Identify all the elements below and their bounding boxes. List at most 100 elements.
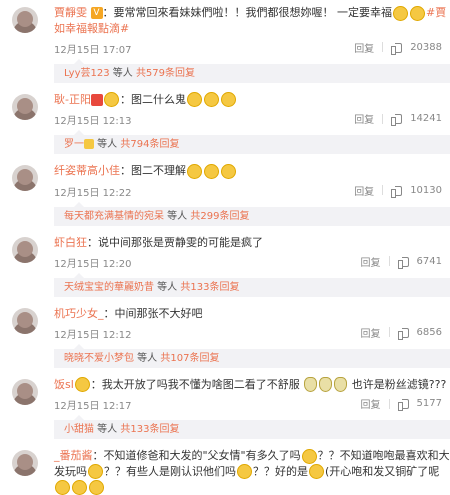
reply-thread-link[interactable]: 小甜猫 等人 共133条回复 [54, 415, 450, 439]
reply-thread-link[interactable]: 罗一 等人 共794条回复 [54, 130, 450, 154]
comment-content: ：要常常回來看妹妹們啦！！我們都很想妳喔！ 一定要幸福 [102, 6, 393, 19]
comment-text: 饭sl ：我太开放了吗我不懂为啥图二看了不舒服 也许是粉丝滤镜??? [54, 377, 450, 392]
comment-item: 机巧少女_：中间那张不大好吧 12月15日 12:12 回复 6856 晓晓不爱… [0, 301, 450, 368]
reply-mid: 等人 [134, 352, 161, 364]
like-icon[interactable] [397, 256, 409, 269]
emoji-icon [204, 163, 219, 179]
reply-username[interactable]: Lyy芸123 [64, 68, 110, 79]
avatar[interactable] [12, 450, 38, 476]
reply-thread-link[interactable]: Lyy芸123 等人 共579条回复 [54, 58, 450, 83]
like-icon[interactable] [397, 327, 409, 340]
reply-count[interactable]: 共133条回复 [180, 282, 239, 293]
like-count: 10130 [410, 184, 442, 196]
reply-username[interactable]: 晓晓不爱小梦包 [64, 353, 134, 364]
like-count: 5177 [416, 398, 442, 409]
comment-content-extra: 也许是粉丝滤镜??? [351, 377, 447, 391]
comment-item: 虾白狂：说中间那张是贾静雯的可能是疯了 12月15日 12:20 回复 6741… [0, 230, 450, 297]
comment-item: 饭sl ：我太开放了吗我不懂为啥图二看了不舒服 也许是粉丝滤镜??? 12月15日… [0, 372, 450, 439]
emoji-icon [186, 92, 202, 107]
comment-username[interactable]: _番茄酱 [54, 449, 93, 462]
emoji-icon [103, 92, 119, 107]
like-icon[interactable] [391, 42, 403, 55]
reply-mid: 等人 [109, 67, 136, 79]
emoji-icon [393, 5, 408, 21]
comment-meta: 12月15日 12:13 回复 14241 [54, 111, 450, 129]
reply-thread-link[interactable]: 每天都充满基情的宛呆 等人 共299条回复 [54, 201, 450, 226]
comment-text: 賈靜雯 V ：要常常回來看妹妹們啦！！我們都很想妳喔！ 一定要幸福 #賈如幸福報點滴… [54, 5, 450, 36]
reply-mid: 等人 [94, 139, 121, 150]
reply-username[interactable]: 小甜猫 [64, 424, 94, 435]
reply-thread-link[interactable]: 天绒宝宝的華麗奶昔 等人 共133条回复 [54, 272, 450, 297]
comment-username[interactable]: 賈靜雯 [54, 6, 87, 19]
like-icon[interactable] [391, 185, 403, 198]
comment-timestamp: 12月15日 12:22 [54, 187, 132, 199]
emoji-icon [203, 92, 219, 107]
reply-button[interactable]: 回复 [354, 183, 374, 198]
comment-timestamp: 12月15日 12:20 [54, 258, 132, 270]
avatar[interactable] [12, 307, 38, 334]
emoji-icon [72, 479, 87, 495]
reply-count[interactable]: 共133条回复 [120, 424, 179, 435]
reply-mid: 等人 [94, 424, 121, 435]
divider [382, 113, 384, 124]
like-count: 14241 [410, 113, 442, 124]
comment-username[interactable]: 纤姿蒂高小佳 [54, 164, 120, 177]
divider [382, 185, 384, 195]
avatar[interactable] [12, 378, 38, 405]
comment-list: 賈靜雯 V ：要常常回來看妹妹們啦！！我們都很想妳喔！ 一定要幸福 #賈如幸福報點滴… [0, 0, 450, 495]
comment-content: ：中间那张不大好吧 [103, 306, 203, 320]
reply-count[interactable]: 共579条回复 [136, 68, 195, 79]
comment-content: ：图二不理解 [120, 164, 186, 177]
like-icon[interactable] [391, 113, 403, 126]
comment-username[interactable]: 饭sl [54, 378, 74, 391]
reply-button[interactable]: 回复 [354, 111, 374, 126]
reply-button[interactable]: 回复 [354, 40, 374, 55]
comment-username[interactable]: 虾白狂 [54, 236, 87, 249]
divider [388, 327, 390, 337]
comment-meta: 12月15日 12:12 回复 6856 [54, 325, 450, 343]
emoji-icon [55, 479, 70, 495]
emoji-icon [319, 377, 333, 392]
comment-content: ：我太开放了吗我不懂为啥图二看了不舒服 [90, 377, 300, 391]
like-count: 20388 [410, 41, 442, 53]
comment-content: ：说中间那张是贾静雯的可能是疯了 [87, 235, 263, 249]
comment-item: 纤姿蒂高小佳：图二不理解 12月15日 12:22 回复 10130 每天都充满… [0, 158, 450, 226]
emoji-icon [187, 163, 202, 179]
comment-meta: 12月15日 12:20 回复 6741 [54, 254, 450, 272]
reply-username[interactable]: 罗一 [64, 139, 84, 150]
reply-mid: 等人 [154, 281, 181, 293]
reply-username[interactable]: 每天都充满基情的宛呆 [64, 211, 164, 222]
comment-meta: 12月15日 12:17 回复 5177 [54, 396, 450, 414]
divider [382, 42, 384, 52]
comment-username[interactable]: 机巧少女_ [54, 307, 104, 320]
reply-button[interactable]: 回复 [361, 396, 381, 411]
reply-thread-link[interactable]: 晓晓不爱小梦包 等人 共107条回复 [54, 343, 450, 368]
emoji-icon [74, 377, 90, 392]
emoji-icon [301, 448, 317, 464]
comment-item: 賈靜雯 V ：要常常回來看妹妹們啦！！我們都很想妳喔！ 一定要幸福 #賈如幸福報點滴… [0, 0, 450, 83]
divider [388, 398, 390, 409]
emoji-icon [221, 163, 236, 179]
comment-meta: 12月15日 17:07 回复 20388 [54, 40, 450, 58]
comment-timestamp: 12月15日 12:12 [54, 329, 132, 341]
reply-button[interactable]: 回复 [361, 254, 381, 269]
comment-text: 虾白狂：说中间那张是贾静雯的可能是疯了 [54, 235, 450, 250]
reply-count[interactable]: 共794条回复 [120, 139, 179, 150]
comment-content-extra: ？？有些人是刚认识他们吗 [104, 464, 236, 478]
reply-button[interactable]: 回复 [361, 325, 381, 340]
comment-username[interactable]: 耿-正阳 [54, 93, 91, 106]
comment-timestamp: 12月15日 12:13 [54, 116, 132, 127]
reply-count[interactable]: 共107条回复 [160, 353, 219, 364]
comment-content: ：不知道修爸和大发的"父女情"有多久了吗 [92, 449, 301, 462]
avatar[interactable] [12, 165, 38, 191]
emoji-icon [304, 377, 318, 392]
emoji-icon [410, 5, 425, 21]
avatar[interactable] [12, 93, 38, 120]
reply-username[interactable]: 天绒宝宝的華麗奶昔 [64, 282, 154, 293]
avatar[interactable] [12, 7, 38, 33]
avatar[interactable] [12, 236, 38, 263]
like-icon[interactable] [397, 398, 409, 411]
comment-text: _番茄酱：不知道修爸和大发的"父女情"有多久了吗 ？？不知道咆咆最喜欢和大发玩吗？… [54, 448, 450, 495]
emoji-icon [334, 377, 348, 392]
reply-count[interactable]: 共299条回复 [190, 211, 249, 222]
